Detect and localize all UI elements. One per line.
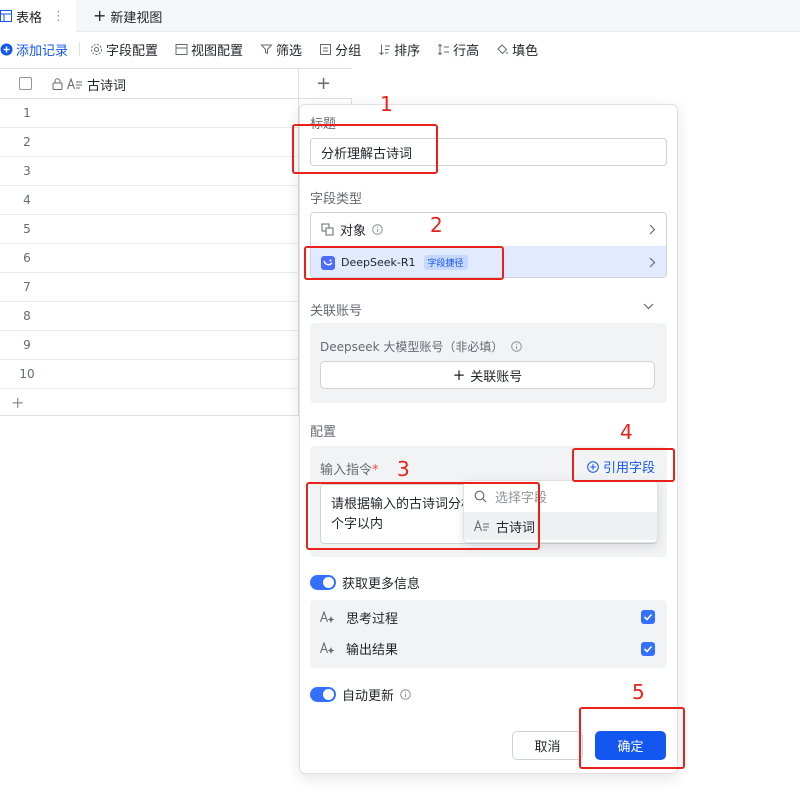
sort-label: 排序 [394, 43, 421, 59]
option-thinking-label: 思考过程 [346, 612, 399, 627]
row-height-label: 行高 [453, 43, 480, 59]
fill-color-button[interactable]: 填色 [496, 40, 538, 59]
required-mark: * [372, 463, 379, 478]
tab-more-icon[interactable]: ⋮ [52, 9, 65, 24]
view-config-icon [175, 43, 188, 56]
group-label: 分组 [335, 43, 362, 59]
annotation-box-5 [579, 707, 685, 769]
link-account-button[interactable]: + 关联账号 [320, 361, 655, 389]
object-icon [321, 223, 334, 236]
annotation-number-2: 2 [430, 213, 443, 237]
option-thinking-checkbox[interactable] [641, 610, 655, 624]
filter-icon [260, 43, 273, 56]
info-icon [400, 689, 411, 700]
new-view-label: 新建视图 [110, 10, 163, 26]
select-all-checkbox[interactable] [19, 77, 32, 90]
filter-label: 筛选 [276, 43, 303, 59]
add-row-button[interactable]: + [11, 393, 24, 412]
option-thinking[interactable]: 思考过程 [320, 608, 398, 627]
annotation-box-4 [572, 448, 675, 482]
fill-color-label: 填色 [512, 43, 539, 59]
column-header-label: 古诗词 [87, 78, 127, 94]
more-info-label: 获取更多信息 [342, 577, 421, 592]
row-number: 7 [23, 280, 31, 294]
new-view-button[interactable]: + 新建视图 [93, 0, 162, 32]
annotation-number-1: 1 [380, 92, 393, 116]
ai-text-icon [320, 611, 336, 624]
info-icon [372, 224, 383, 235]
add-record-button[interactable]: 添加记录 [0, 40, 68, 59]
gear-icon [90, 43, 103, 56]
group-icon [319, 43, 332, 56]
toolbar-divider [79, 42, 81, 56]
plus-icon: + [93, 6, 107, 25]
row-number: 2 [23, 135, 31, 149]
row-number: 6 [23, 251, 31, 265]
instruction-label: 输入指令 [320, 463, 373, 478]
column-header-poem[interactable]: 古诗词 [52, 69, 126, 99]
row-height-button[interactable]: 行高 [437, 40, 479, 59]
account-section-label: 关联账号 [310, 304, 363, 319]
option-output-checkbox[interactable] [641, 642, 655, 656]
lock-icon [52, 78, 63, 90]
group-button[interactable]: 分组 [319, 40, 361, 59]
toolbar: 添加记录 字段配置 视图配置 筛选 分组 排序 行高 填色 [0, 34, 800, 64]
ai-text-icon [320, 642, 336, 655]
sort-button[interactable]: 排序 [378, 40, 420, 59]
annotation-box-2 [304, 246, 504, 280]
row-number: 10 [19, 367, 35, 381]
grid-header: 古诗词 + [0, 69, 352, 99]
auto-update-toggle[interactable] [310, 687, 336, 702]
field-type-label: 字段类型 [310, 192, 363, 207]
view-config-label: 视图配置 [191, 43, 244, 59]
text-field-icon [67, 78, 83, 90]
chevron-right-icon [649, 224, 656, 235]
chevron-right-icon [649, 257, 656, 268]
row-number: 5 [23, 222, 31, 236]
add-record-label: 添加记录 [16, 43, 69, 59]
auto-update-row: 自动更新 [342, 685, 411, 704]
row-number: 1 [23, 106, 31, 120]
view-config-button[interactable]: 视图配置 [175, 40, 243, 59]
chevron-down-icon[interactable] [643, 303, 654, 310]
tab-table-label: 表格 [16, 10, 43, 26]
row-number: 9 [23, 338, 31, 352]
info-icon [511, 341, 523, 352]
type-object-label: 对象 [340, 224, 367, 239]
option-output-label: 输出结果 [346, 643, 399, 658]
more-info-toggle[interactable] [310, 575, 336, 590]
add-circle-icon [0, 43, 13, 56]
row-number: 4 [23, 193, 31, 207]
account-desc: Deepseek 大模型账号（非必填） [320, 340, 504, 354]
annotation-box-3 [306, 482, 540, 550]
account-box: Deepseek 大模型账号（非必填） + 关联账号 [310, 323, 667, 403]
row-number: 8 [23, 309, 31, 323]
paint-bucket-icon [496, 43, 509, 56]
annotation-number-5: 5 [632, 680, 645, 704]
cancel-label: 取消 [534, 740, 561, 755]
link-account-label: 关联账号 [470, 369, 523, 385]
annotation-number-4: 4 [620, 420, 633, 444]
annotation-number-3: 3 [397, 457, 410, 481]
cancel-button[interactable]: 取消 [512, 731, 583, 760]
row-number: 3 [23, 164, 31, 178]
option-output[interactable]: 输出结果 [320, 639, 398, 658]
add-column-button[interactable]: + [316, 75, 331, 93]
field-config-label: 字段配置 [106, 43, 159, 59]
auto-update-label: 自动更新 [342, 689, 395, 704]
plus-icon: + [452, 365, 466, 384]
row-height-icon [437, 43, 450, 56]
filter-button[interactable]: 筛选 [260, 40, 302, 59]
sort-icon [378, 43, 391, 56]
table-icon [0, 10, 12, 22]
tab-table[interactable]: 表格 ⋮ [0, 0, 76, 32]
more-info-options: 思考过程 输出结果 [310, 600, 667, 668]
annotation-box-1 [292, 124, 438, 174]
field-config-button[interactable]: 字段配置 [90, 40, 158, 59]
config-section-label: 配置 [310, 425, 337, 440]
type-option-object[interactable]: 对象 [311, 213, 666, 246]
